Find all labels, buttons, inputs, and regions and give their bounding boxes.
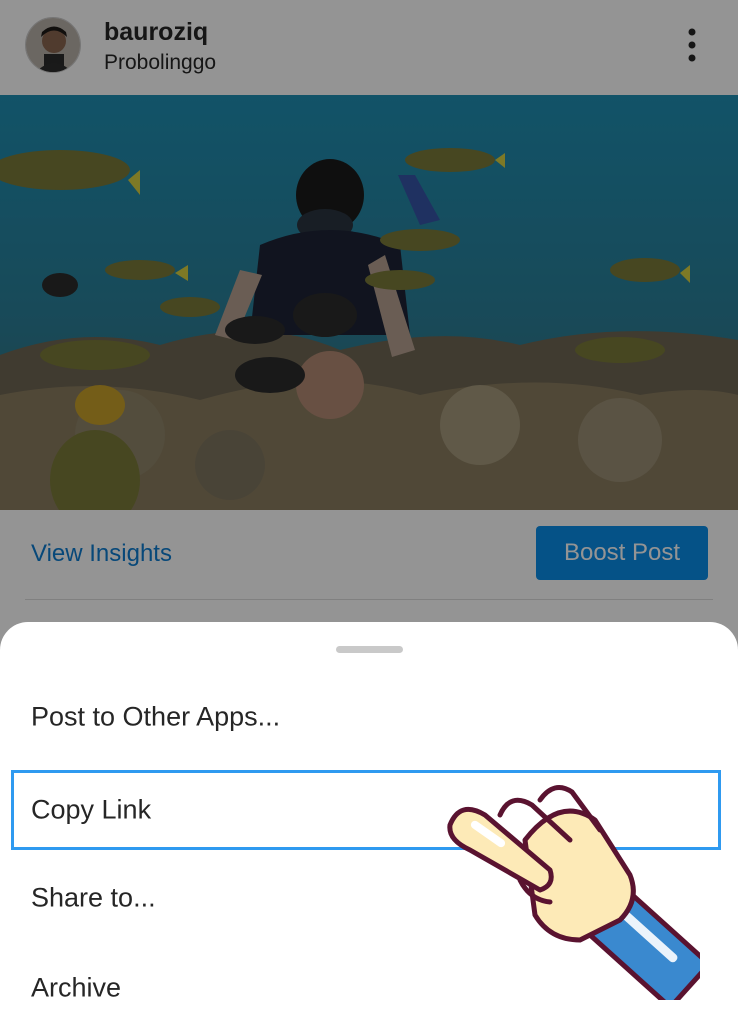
pointing-hand-icon bbox=[430, 780, 710, 1008]
menu-item-label: Archive bbox=[31, 972, 122, 1003]
menu-item-label: Share to... bbox=[31, 882, 156, 913]
menu-item-label: Copy Link bbox=[31, 794, 152, 825]
menu-item-label: Post to Other Apps... bbox=[31, 701, 281, 732]
drag-handle[interactable] bbox=[336, 646, 403, 653]
menu-item-post-to-other-apps[interactable]: Post to Other Apps... bbox=[0, 677, 738, 757]
